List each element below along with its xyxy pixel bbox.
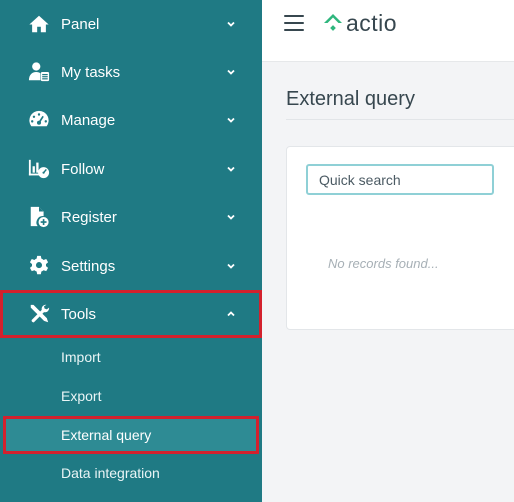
divider	[286, 119, 514, 120]
home-icon	[28, 13, 50, 35]
chevron-down-icon	[224, 113, 238, 127]
file-plus-icon	[28, 206, 50, 228]
sidebar-item-label: Register	[61, 208, 117, 226]
sidebar-item-label: Follow	[61, 160, 105, 178]
sidebar-subitem-external-query[interactable]: External query	[3, 416, 259, 454]
logo-text: actio	[346, 9, 398, 36]
sidebar-item-label: Tools	[61, 305, 97, 323]
chevron-down-icon	[224, 162, 238, 176]
sidebar-subitem-data-integration[interactable]: Data integration	[0, 454, 262, 492]
sidebar-subitem-label: Export	[61, 388, 102, 404]
empty-state-message: No records found...	[328, 256, 439, 271]
sidebar: Panel My tasks Manage Follow Register Se…	[0, 0, 262, 502]
sidebar-item-settings[interactable]: Settings	[0, 242, 262, 290]
chevron-down-icon	[224, 17, 238, 31]
chevron-down-icon	[224, 65, 238, 79]
sidebar-item-label: Settings	[61, 257, 116, 275]
chevron-up-icon	[224, 307, 238, 321]
tools-icon	[28, 303, 50, 325]
app-logo[interactable]: actio	[322, 8, 397, 38]
sidebar-subitem-label: External query	[61, 427, 152, 443]
sidebar-item-label: Panel	[61, 15, 100, 33]
sidebar-subitem-label: Data integration	[61, 465, 160, 481]
logo-mark-icon	[324, 14, 342, 31]
gear-icon	[28, 255, 50, 277]
menu-toggle-icon[interactable]	[284, 15, 304, 31]
results-card: No records found...	[286, 146, 514, 330]
sidebar-item-my-tasks[interactable]: My tasks	[0, 48, 262, 96]
sidebar-item-label: Manage	[61, 111, 116, 129]
chevron-down-icon	[224, 210, 238, 224]
sidebar-item-follow[interactable]: Follow	[0, 145, 262, 193]
search-input[interactable]	[306, 164, 494, 195]
dashboard-gauge-icon	[28, 109, 50, 131]
sidebar-item-panel[interactable]: Panel	[0, 0, 262, 48]
chart-gauge-icon	[28, 158, 50, 180]
sidebar-subitem-export[interactable]: Export	[0, 377, 262, 415]
user-list-icon	[28, 61, 50, 83]
page-title: External query	[286, 88, 415, 110]
sidebar-item-register[interactable]: Register	[0, 193, 262, 241]
sidebar-item-tools[interactable]: Tools	[0, 290, 262, 338]
sidebar-subitem-import[interactable]: Import	[0, 338, 262, 376]
sidebar-subitem-label: Import	[61, 349, 101, 365]
sidebar-item-label: My tasks	[61, 63, 121, 81]
top-header: actio	[262, 0, 514, 62]
chevron-down-icon	[224, 259, 238, 273]
sidebar-item-manage[interactable]: Manage	[0, 96, 262, 144]
